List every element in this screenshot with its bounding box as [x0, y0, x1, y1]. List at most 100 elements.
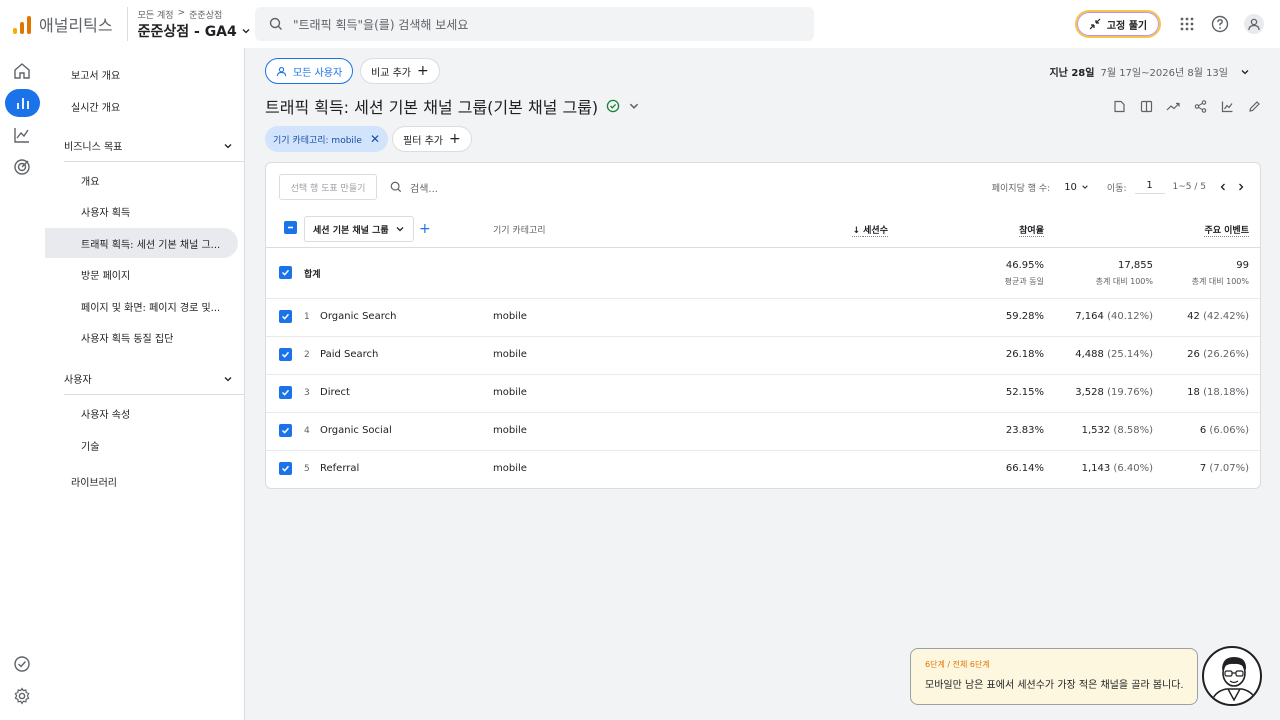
device-category: mobile: [493, 387, 527, 398]
row-index: 4: [304, 426, 310, 436]
advertising-icon[interactable]: [10, 155, 34, 179]
report-toolbar: [1111, 98, 1262, 114]
table-row: 5 Referral mobile 1,143 (6.40%) 66.14% 7 (7.0…: [266, 451, 1260, 489]
engagement-value: 66.14%: [1005, 463, 1044, 474]
nav-item-user-attributes[interactable]: 사용자 속성: [45, 398, 238, 428]
account-icon[interactable]: [1244, 14, 1264, 34]
section-user[interactable]: 사용자: [64, 363, 245, 395]
rows-per-page-select[interactable]: 10: [1064, 182, 1077, 193]
nav-item-tech[interactable]: 기술: [45, 430, 238, 460]
row-checkbox[interactable]: [279, 386, 292, 399]
section-business-goals[interactable]: 비즈니스 목표: [64, 130, 245, 162]
nav-item-acquisition-cohort[interactable]: 사용자 획득 동질 집단: [45, 322, 238, 352]
tutorial-tooltip: 6단계 / 전체 6단계 모바일만 남은 표에서 세션수가 가장 적은 채널을 …: [910, 648, 1198, 705]
nav-item-overview[interactable]: 개요: [45, 165, 238, 195]
nav-item-landing-page[interactable]: 방문 페이지: [45, 259, 238, 289]
chevron-up-icon: [224, 143, 232, 148]
add-comparison-button[interactable]: 비교 추가 +: [360, 58, 440, 84]
table-row: 1 Organic Search mobile 7,164 (40.12%) 59.28…: [266, 299, 1260, 337]
chevron-left-icon[interactable]: [1218, 182, 1228, 192]
tutor-avatar: [1202, 646, 1262, 706]
key-events-value: 7 (7.07%): [1199, 463, 1249, 474]
channel-name[interactable]: Organic Search: [320, 311, 396, 322]
col-sessions[interactable]: ↓ 세션수: [852, 223, 888, 236]
chevron-right-icon[interactable]: [1236, 182, 1246, 192]
row-index: 3: [304, 388, 310, 398]
report-table-card: 선택 행 도표 만들기 검색... 페이지당 행 수: 10 이동: 1 1~5…: [265, 162, 1261, 489]
primary-dimension-select[interactable]: 세션 기본 채널 그룹: [304, 216, 414, 242]
chevron-up-icon: [224, 376, 232, 381]
channel-name[interactable]: Organic Social: [320, 425, 392, 436]
save-report-icon[interactable]: [1111, 98, 1127, 114]
nav-item-traffic-acquisition[interactable]: 트래픽 획득: 세션 기본 채널 그...: [45, 228, 238, 258]
add-dimension-button[interactable]: +: [419, 221, 431, 237]
chevron-down-icon[interactable]: [628, 100, 640, 112]
select-all-checkbox[interactable]: [284, 221, 297, 234]
device-category: mobile: [493, 463, 527, 474]
row-checkbox[interactable]: [279, 310, 292, 323]
home-icon[interactable]: [10, 59, 34, 83]
close-icon[interactable]: ✕: [370, 132, 380, 146]
total-key-events: 99: [1236, 260, 1249, 271]
goto-page-input[interactable]: 1: [1134, 180, 1165, 194]
row-checkbox[interactable]: [279, 462, 292, 475]
nav-library[interactable]: 라이브러리: [71, 474, 117, 489]
engagement-value: 59.28%: [1005, 311, 1044, 322]
nav-item-user-acquisition[interactable]: 사용자 획득: [45, 196, 238, 226]
account-selector[interactable]: 모든 계정 > 준준상점 준준상점 - GA4: [126, 7, 251, 41]
chevron-down-icon[interactable]: [1081, 183, 1089, 191]
channel-name[interactable]: Referral: [320, 463, 359, 474]
segment-chip[interactable]: 모든 사용자: [265, 58, 354, 84]
date-range-picker[interactable]: 지난 28일 7월 17일~2026년 8월 13일: [1049, 64, 1250, 79]
row-checkbox[interactable]: [279, 424, 292, 437]
settings-icon[interactable]: [10, 684, 34, 708]
apps-icon[interactable]: [1177, 14, 1197, 34]
device-category: mobile: [493, 425, 527, 436]
table-row: 3 Direct mobile 3,528 (19.76%) 52.15% 18 (18.…: [266, 375, 1260, 413]
search-input[interactable]: "트래픽 획득"을(를) 검색해 보세요: [293, 16, 468, 33]
page-range: 1~5 / 5: [1172, 182, 1206, 192]
unpin-button[interactable]: 고정 풀기: [1075, 10, 1161, 38]
explore-icon[interactable]: [10, 123, 34, 147]
chart-icon[interactable]: [1219, 98, 1235, 114]
help-icon[interactable]: [1210, 14, 1230, 34]
tutorial-step: 6단계 / 전체 6단계: [925, 660, 990, 669]
row-checkbox[interactable]: [279, 266, 292, 279]
nav-report-overview[interactable]: 보고서 개요: [71, 67, 120, 82]
device-filter-chip[interactable]: 기기 카테고리: mobile ✕: [265, 126, 389, 152]
admin-check-icon[interactable]: [10, 652, 34, 676]
nav-rail: [0, 48, 45, 720]
main-content: 모든 사용자 비교 추가 + 지난 28일 7월 17일~2026년 8월 13…: [246, 48, 1280, 720]
col-device-category[interactable]: 기기 카테고리: [493, 223, 546, 236]
nav-item-pages-screens[interactable]: 페이지 및 화면: 페이지 경로 및...: [45, 291, 238, 321]
col-engagement-rate[interactable]: 참여율: [1019, 223, 1044, 236]
key-events-value: 18 (18.18%): [1187, 387, 1249, 398]
edit-pencil-icon[interactable]: [1246, 98, 1262, 114]
row-checkbox[interactable]: [279, 348, 292, 361]
global-search[interactable]: "트래픽 획득"을(를) 검색해 보세요: [255, 7, 814, 41]
compare-columns-icon[interactable]: [1138, 98, 1154, 114]
total-row: 합계 17,855 총계 대비 100% 46.95% 평균과 동일 99 총계…: [266, 249, 1260, 299]
property-name: 준준상점 - GA4: [137, 23, 237, 40]
reports-icon[interactable]: [5, 89, 40, 117]
col-key-events[interactable]: 주요 이벤트: [1204, 223, 1249, 236]
table-search-input[interactable]: 검색...: [410, 180, 438, 195]
share-icon[interactable]: [1192, 98, 1208, 114]
plot-rows-button[interactable]: 선택 행 도표 만들기: [279, 174, 377, 200]
app-name: 애널리틱스: [39, 16, 113, 35]
sessions-value: 1,143 (6.40%): [1081, 463, 1153, 474]
sessions-value: 3,528 (19.76%): [1075, 387, 1153, 398]
analytics-logo[interactable]: [13, 14, 31, 34]
insights-trend-icon[interactable]: [1165, 98, 1181, 114]
key-events-value: 26 (26.26%): [1187, 349, 1249, 360]
table-row: 2 Paid Search mobile 4,488 (25.14%) 26.18% 26…: [266, 337, 1260, 375]
nav-realtime[interactable]: 실시간 개요: [71, 99, 120, 114]
chevron-down-icon: [242, 28, 250, 33]
add-filter-button[interactable]: 필터 추가 +: [392, 126, 472, 152]
table-search[interactable]: 검색...: [390, 174, 438, 200]
reports-sidebar: 보고서 개요 실시간 개요 비즈니스 목표 개요 사용자 획득 트래픽 획득: …: [45, 48, 245, 720]
plus-icon: +: [448, 131, 461, 147]
channel-name[interactable]: Direct: [320, 387, 350, 398]
channel-name[interactable]: Paid Search: [320, 349, 378, 360]
table-row: 4 Organic Social mobile 1,532 (8.58%) 23.83%…: [266, 413, 1260, 451]
